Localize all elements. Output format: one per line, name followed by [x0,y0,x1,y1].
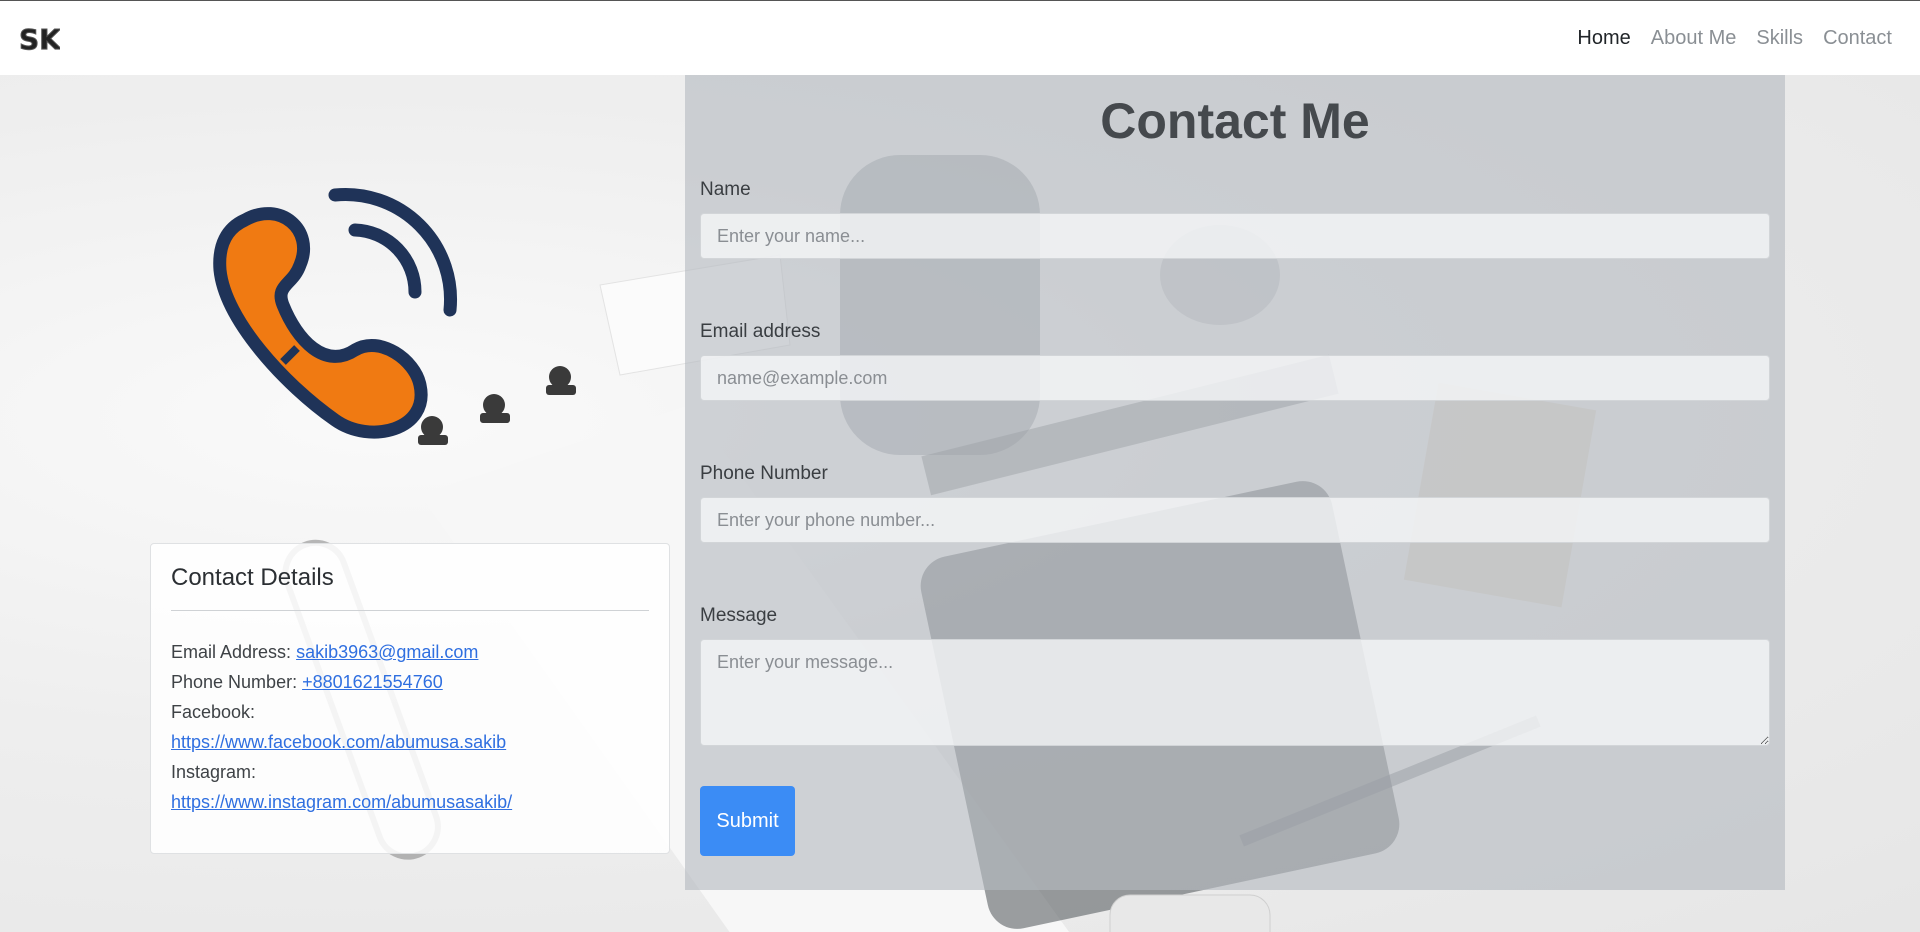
nav-links: Home About Me Skills Contact [1567,27,1902,50]
navbar: SK Home About Me Skills Contact [0,0,1920,75]
page-title: Contact Me [1100,93,1370,149]
email-address-label: Email address [700,321,821,342]
contact-details-title: Contact Details [171,564,334,591]
nav-link-skills[interactable]: Skills [1746,27,1813,50]
divider [171,610,649,611]
name-label: Name [700,179,751,200]
svg-text:SK: SK [19,23,60,55]
nav-link-contact[interactable]: Contact [1813,27,1902,50]
nav-link-home[interactable]: Home [1567,27,1640,50]
instagram-label: Instagram: [171,762,257,782]
email-input[interactable] [700,355,1770,401]
phone-input[interactable] [700,497,1770,543]
facebook-label: Facebook: [171,702,256,722]
submit-button[interactable]: Submit [700,786,795,856]
name-input[interactable] [700,213,1770,259]
facebook-link[interactable]: https://www.facebook.com/abumusa.sakib [171,732,506,752]
phone-label: Phone Number: [171,672,303,692]
phone-number-label: Phone Number [700,463,828,484]
contact-details-card: Contact Details Email Address: sakib3963… [150,543,670,854]
nav-link-about-me[interactable]: About Me [1641,27,1747,50]
phone-row: Phone Number: +8801621554760 [171,667,649,697]
email-link[interactable]: sakib3963@gmail.com [296,642,478,662]
message-label: Message [700,605,778,626]
phone-link[interactable]: +8801621554760 [302,672,443,692]
contact-form-panel: Contact Me Name Email address Phone Numb… [685,75,1785,890]
brand-logo-icon[interactable]: SK [18,20,61,56]
email-label: Email Address: [171,642,297,662]
message-textarea[interactable] [700,639,1770,746]
instagram-link[interactable]: https://www.instagram.com/abumusasakib/ [171,792,512,812]
phone-call-icon [205,180,475,440]
email-row: Email Address: sakib3963@gmail.com [171,637,649,667]
